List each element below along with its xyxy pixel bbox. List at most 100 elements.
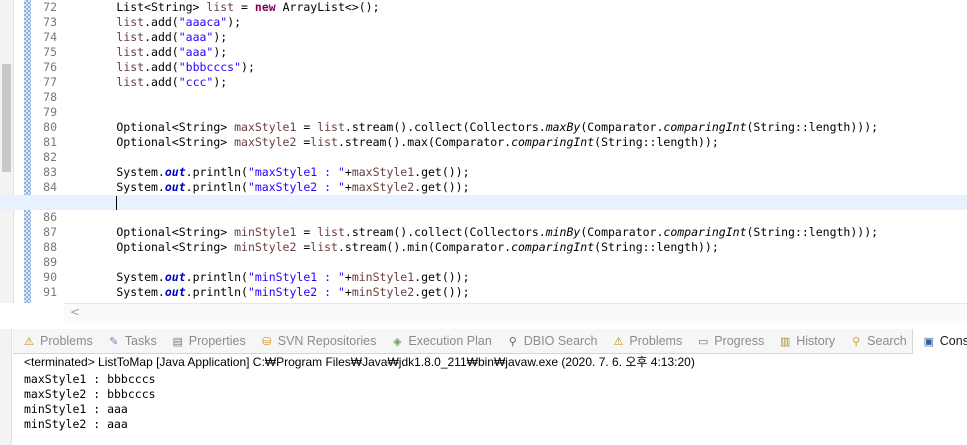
code-token: );: [241, 60, 255, 74]
code-token: "minStyle2 : ": [247, 285, 345, 299]
code-token: list: [206, 0, 235, 14]
code-token: +: [344, 165, 352, 179]
code-token: "minStyle1 : ": [247, 270, 345, 284]
progress-icon: ▭: [698, 335, 709, 348]
text-caret: [116, 195, 118, 210]
tab-problems[interactable]: ⚠ Problems: [602, 329, 687, 353]
tab-tasks[interactable]: ✎ Tasks: [98, 329, 162, 353]
code-token: maxStyle1: [234, 120, 297, 134]
problems-icon: ⚠: [24, 335, 34, 348]
code-token: .stream().max(Comparator.: [337, 135, 512, 149]
tasks-icon: ✎: [109, 335, 119, 348]
code-line[interactable]: [0, 105, 967, 120]
bottom-panel: ⚠ Problems ✎ Tasks ▤ Properties ⛁ SVN Repositor…: [0, 321, 967, 445]
tab-label: SVN Repositories: [277, 334, 377, 348]
code-editor[interactable]: 7273747576777879808182838485868788899091…: [0, 0, 967, 303]
console-icon: ▣: [923, 335, 934, 348]
code-line[interactable]: System.out.println("maxStyle1 : "+maxSty…: [0, 165, 967, 180]
code-line[interactable]: Optional<String> maxStyle2 =list.stream(…: [0, 135, 967, 150]
horizontal-scrollbar[interactable]: <: [64, 303, 967, 322]
code-line[interactable]: System.out.println("maxStyle2 : "+maxSty…: [0, 180, 967, 195]
code-text-area[interactable]: List<String> list = new ArrayList<>(); l…: [0, 0, 967, 303]
code-token: comparingInt: [663, 120, 747, 134]
code-line[interactable]: [0, 150, 967, 165]
console-output-line: maxStyle1 : bbbcccs: [24, 372, 156, 386]
tab-problems[interactable]: ⚠ Problems: [13, 329, 98, 353]
current-code-line[interactable]: [0, 195, 967, 210]
tab-label: History: [796, 334, 836, 348]
code-token: minStyle2: [234, 240, 297, 254]
tab-label: Execution Plan: [408, 334, 492, 348]
code-token: list: [317, 120, 345, 134]
code-line[interactable]: list.add("aaa");: [0, 45, 967, 60]
code-token: (String::length));: [594, 240, 719, 254]
code-token: .stream().collect(Collectors.: [344, 225, 546, 239]
tab-label: Properties: [188, 334, 246, 348]
code-token: maxStyle2: [234, 135, 297, 149]
code-token: Optional<String>: [61, 135, 235, 149]
search-icon: ⚲: [852, 335, 861, 348]
code-line[interactable]: list.add("aaaca");: [0, 15, 967, 30]
console-output[interactable]: maxStyle1 : bbbcccs maxStyle2 : bbbcccs mi…: [24, 372, 967, 432]
code-line[interactable]: System.out.println("minStyle2 : "+minSty…: [0, 285, 967, 300]
code-token: System.: [61, 165, 165, 179]
code-token: System.: [61, 180, 165, 194]
code-token: .println(: [185, 180, 248, 194]
code-token: .add(: [144, 15, 179, 29]
code-token: .add(: [144, 30, 179, 44]
code-line[interactable]: [0, 255, 967, 270]
tab-dbio-search[interactable]: ⚲ DBIO Search: [497, 329, 603, 353]
code-line[interactable]: list.add("aaa");: [0, 30, 967, 45]
code-line[interactable]: [0, 210, 967, 225]
tab-properties[interactable]: ▤ Properties: [162, 329, 251, 353]
code-token: comparingInt: [511, 135, 595, 149]
code-token: (Comparator.: [580, 225, 664, 239]
code-line[interactable]: list.add("bbbcccs");: [0, 60, 967, 75]
tab-console[interactable]: ▣Console☒: [911, 328, 967, 354]
tab-progress[interactable]: ▭ Progress: [687, 329, 769, 353]
code-token: );: [213, 45, 228, 59]
code-token: list: [317, 225, 345, 239]
code-token: System.: [61, 270, 165, 284]
code-token: out: [164, 165, 186, 179]
console-output-line: minStyle1 : aaa: [24, 402, 128, 416]
code-line[interactable]: list.add("ccc");: [0, 75, 967, 90]
console-process-header: <terminated> ListToMap [Java Application…: [24, 355, 695, 369]
code-line[interactable]: Optional<String> minStyle2 =list.stream(…: [0, 240, 967, 255]
code-token: .println(: [185, 270, 248, 284]
code-token: List<String>: [61, 0, 207, 14]
code-token: "aaaca": [178, 15, 228, 29]
code-token: comparingInt: [663, 225, 747, 239]
code-line[interactable]: System.out.println("minStyle1 : "+minSty…: [0, 270, 967, 285]
code-token: .println(: [185, 285, 248, 299]
tab-svn-repositories[interactable]: ⛁ SVN Repositories: [251, 329, 382, 353]
tab-search[interactable]: ⚲ Search: [840, 329, 912, 353]
code-token: list: [116, 75, 145, 89]
code-line[interactable]: [0, 90, 967, 105]
code-token: "maxStyle2 : ": [247, 180, 345, 194]
tab-history[interactable]: ▥ History: [769, 329, 840, 353]
code-token: list: [116, 15, 145, 29]
code-line[interactable]: List<String> list = new ArrayList<>();: [0, 0, 967, 15]
code-token: (String::length)));: [746, 120, 879, 134]
panel-left-strip: [0, 329, 12, 445]
code-token: maxStyle2: [351, 180, 415, 194]
code-token: );: [213, 30, 228, 44]
code-token: out: [164, 285, 186, 299]
code-token: Optional<String>: [61, 120, 235, 134]
scroll-left-arrow-icon[interactable]: <: [70, 305, 80, 319]
code-token: +: [344, 285, 352, 299]
code-token: );: [213, 75, 228, 89]
code-token: System.: [61, 285, 165, 299]
svn-repositories-icon: ⛁: [262, 335, 272, 348]
code-line[interactable]: Optional<String> maxStyle1 = list.stream…: [0, 120, 967, 135]
tab-label: Problems: [629, 334, 683, 348]
tab-label: Console: [939, 334, 967, 348]
code-token: .get());: [414, 270, 470, 284]
tab-execution-plan[interactable]: ◈ Execution Plan: [381, 329, 496, 353]
code-token: list: [310, 240, 338, 254]
code-line[interactable]: Optional<String> minStyle1 = list.stream…: [0, 225, 967, 240]
